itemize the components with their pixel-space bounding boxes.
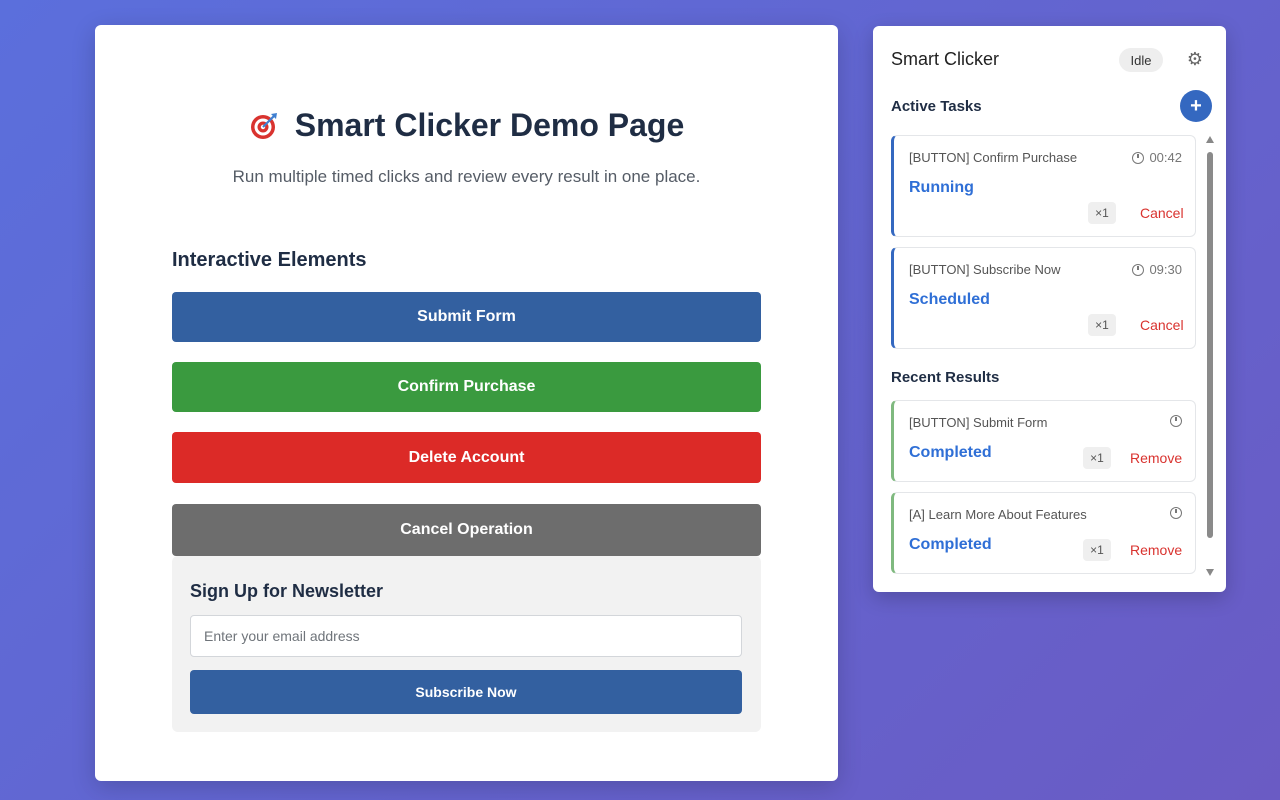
result-status: Completed: [909, 536, 992, 553]
result-time: [1170, 507, 1182, 519]
submit-form-button[interactable]: Submit Form: [172, 292, 761, 342]
scroll-up-arrow-icon[interactable]: [1206, 136, 1214, 143]
scroll-down-arrow-icon[interactable]: [1206, 569, 1214, 576]
timer-icon: [1132, 151, 1145, 164]
status-badge: Idle: [1119, 48, 1163, 72]
timer-icon: [1170, 507, 1182, 519]
task-status: Running: [909, 179, 974, 196]
task-card: [BUTTON] Subscribe Now 09:30 Scheduled ×…: [891, 247, 1196, 349]
page-header: Smart Clicker Demo Page: [95, 107, 838, 144]
newsletter-title: Sign Up for Newsletter: [190, 581, 384, 601]
delete-account-button[interactable]: Delete Account: [172, 432, 761, 483]
result-time: [1170, 415, 1182, 427]
task-card: [BUTTON] Confirm Purchase 00:42 Running …: [891, 135, 1196, 237]
cancel-task-button[interactable]: Cancel: [1140, 205, 1184, 221]
count-badge: ×1: [1088, 314, 1116, 336]
add-task-button[interactable]: +: [1180, 90, 1212, 122]
confirm-purchase-button[interactable]: Confirm Purchase: [172, 362, 761, 412]
section-title-interactive-elements: Interactive Elements: [172, 249, 367, 271]
page-title: Smart Clicker Demo Page: [294, 107, 685, 143]
count-badge: ×1: [1083, 447, 1111, 469]
result-card: [BUTTON] Submit Form Completed ×1 Remove: [891, 400, 1196, 482]
cancel-task-button[interactable]: Cancel: [1140, 317, 1184, 333]
remove-result-button[interactable]: Remove: [1130, 450, 1182, 466]
newsletter-section: Sign Up for Newsletter Subscribe Now: [172, 556, 761, 732]
panel-title: Smart Clicker: [891, 49, 1000, 69]
task-time-value: 09:30: [1149, 262, 1182, 277]
task-time-value: 00:42: [1149, 150, 1182, 165]
task-name: [BUTTON] Confirm Purchase: [909, 150, 1078, 165]
subscribe-button[interactable]: Subscribe Now: [190, 670, 742, 714]
timer-icon: [1170, 415, 1182, 427]
task-time: 00:42: [1132, 150, 1182, 165]
recent-results-label: Recent Results: [891, 369, 1000, 386]
count-badge: ×1: [1088, 202, 1116, 224]
panel-scrollbar[interactable]: [1206, 136, 1214, 576]
demo-page-card: Smart Clicker Demo Page Run multiple tim…: [95, 25, 838, 781]
result-card: [A] Learn More About Features Completed …: [891, 492, 1196, 574]
smart-clicker-panel: Smart Clicker Idle ⚙ Active Tasks + [BUT…: [873, 26, 1226, 592]
cancel-operation-button[interactable]: Cancel Operation: [172, 504, 761, 556]
result-status: Completed: [909, 444, 992, 461]
task-status: Scheduled: [909, 291, 990, 308]
remove-result-button[interactable]: Remove: [1130, 542, 1182, 558]
target-icon: [250, 112, 277, 139]
result-name: [BUTTON] Submit Form: [909, 415, 1048, 430]
result-name: [A] Learn More About Features: [909, 507, 1087, 522]
page-subtitle: Run multiple timed clicks and review eve…: [232, 167, 701, 186]
task-time: 09:30: [1132, 262, 1182, 277]
gear-icon[interactable]: ⚙: [1185, 49, 1205, 69]
active-tasks-label: Active Tasks: [891, 98, 982, 115]
timer-icon: [1132, 263, 1145, 276]
task-name: [BUTTON] Subscribe Now: [909, 262, 1061, 277]
email-field[interactable]: [190, 615, 742, 657]
scroll-thumb[interactable]: [1207, 152, 1213, 538]
count-badge: ×1: [1083, 539, 1111, 561]
